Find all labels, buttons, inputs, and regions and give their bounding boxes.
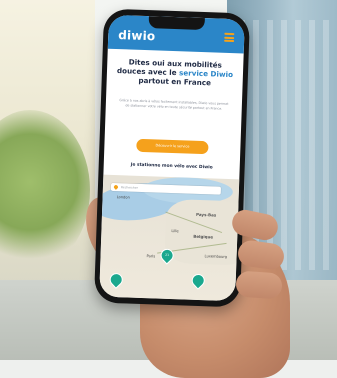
section-title: Je stationne mon vélo avec Diwio xyxy=(112,162,232,171)
hero-description: Grâce à nos abris à vélos facilement ins… xyxy=(118,98,230,111)
finger xyxy=(235,270,283,299)
station-pin-label: 21 xyxy=(161,250,172,261)
hero-title-part2: partout en France xyxy=(138,76,211,88)
hamburger-menu-icon[interactable] xyxy=(224,33,234,42)
phone-screen: diwio Dites oui aux mobilités douces ave… xyxy=(99,15,245,302)
station-pin[interactable] xyxy=(189,271,207,289)
station-pin[interactable] xyxy=(107,270,125,288)
smartphone: diwio Dites oui aux mobilités douces ave… xyxy=(94,9,250,308)
hero-title: Dites oui aux mobilités douces avec le s… xyxy=(113,57,238,88)
map-label-paris: Paris xyxy=(146,254,155,258)
map-label-belgique: Belgique xyxy=(193,234,213,240)
map-label-lille: Lille xyxy=(171,229,178,233)
station-map[interactable]: Rechercher Pays-Bas Belgique Luxembourg … xyxy=(99,175,239,302)
map-label-london: London xyxy=(117,195,130,199)
phone-notch xyxy=(149,16,205,30)
discover-service-button[interactable]: Découvrir le service xyxy=(136,139,208,155)
diwio-logo[interactable]: diwio xyxy=(118,28,156,43)
map-label-pays-bas: Pays-Bas xyxy=(196,212,216,218)
map-search-placeholder: Rechercher xyxy=(121,185,138,190)
map-label-luxembourg: Luxembourg xyxy=(205,254,228,259)
location-pin-icon xyxy=(113,184,119,190)
